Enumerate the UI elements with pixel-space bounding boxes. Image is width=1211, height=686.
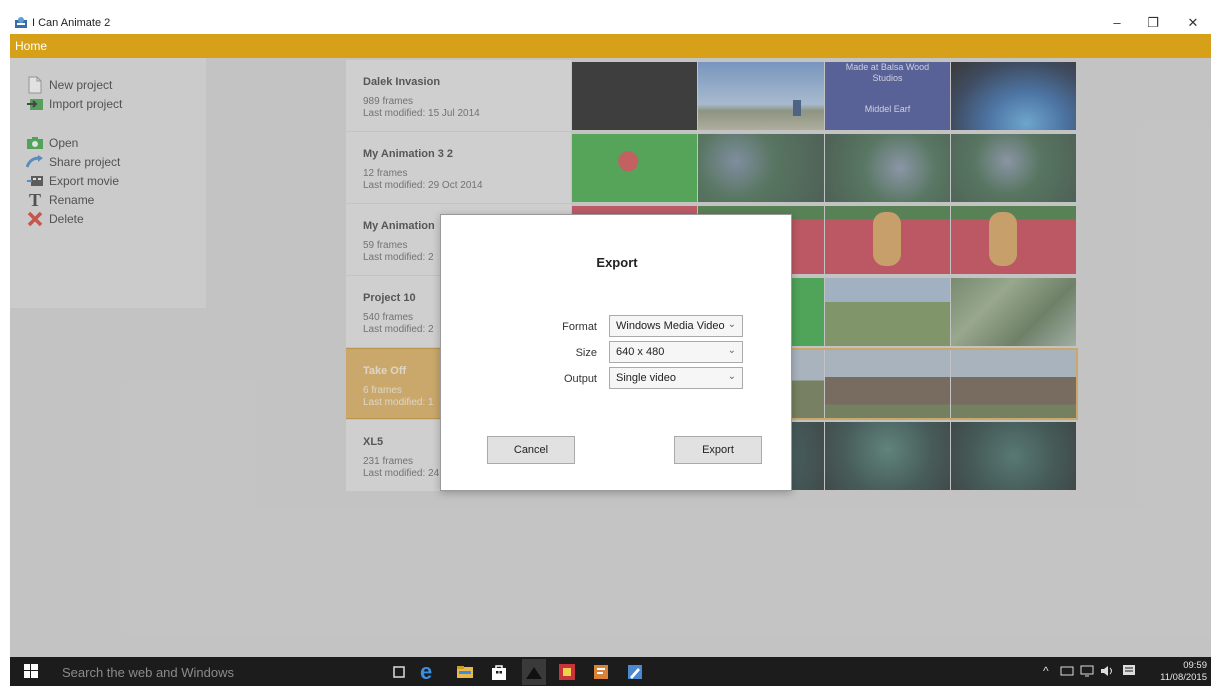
store-icon[interactable] — [490, 663, 508, 681]
book-app-icon[interactable] — [592, 663, 610, 681]
output-value: Single video — [616, 372, 676, 384]
size-value: 640 x 480 — [616, 346, 665, 358]
clock-date: 11/08/2015 — [1160, 672, 1207, 683]
export-button[interactable]: Export — [674, 436, 762, 464]
tab-home[interactable]: Home — [15, 39, 47, 53]
cancel-button[interactable]: Cancel — [487, 436, 575, 464]
app-logo-icon — [15, 17, 27, 28]
chevron-down-icon: ⌄ — [727, 319, 736, 330]
taskbar-clock[interactable]: 09:59 11/08/2015 — [1160, 660, 1207, 684]
app-window: I Can Animate 2 – ❐ ✕ Home New project I… — [10, 12, 1211, 657]
minimize-button[interactable]: – — [1100, 13, 1134, 33]
dialog-title: Export — [596, 255, 638, 270]
output-select[interactable]: Single video ⌄ — [609, 367, 743, 389]
action-center-icon[interactable] — [1122, 664, 1136, 678]
size-label: Size — [575, 347, 597, 359]
export-dialog: Export Format Windows Media Video ⌄ Size… — [440, 214, 792, 491]
clock-time: 09:59 — [1183, 660, 1207, 671]
file-explorer-icon[interactable] — [456, 663, 474, 681]
title-bar: I Can Animate 2 – ❐ ✕ — [10, 12, 1211, 34]
format-value: Windows Media Video — [616, 320, 725, 332]
display-icon[interactable] — [1080, 665, 1094, 677]
restore-button[interactable]: ❐ — [1136, 13, 1170, 33]
game-app-icon[interactable] — [558, 663, 576, 681]
windows-start-icon[interactable] — [24, 664, 38, 678]
network-icon[interactable] — [1060, 665, 1074, 677]
ribbon-bar: Home — [10, 34, 1211, 58]
taskbar-search-input[interactable]: Search the web and Windows — [62, 665, 234, 680]
close-button[interactable]: ✕ — [1176, 13, 1210, 33]
task-view-icon[interactable] — [390, 663, 408, 681]
edge-browser-icon[interactable]: e — [420, 659, 438, 684]
chevron-down-icon: ⌄ — [727, 345, 736, 356]
chevron-up-icon[interactable]: ^ — [1043, 664, 1049, 678]
taskbar: Search the web and Windows e ^ 09:59 11/… — [10, 657, 1211, 686]
paint-app-icon[interactable] — [626, 663, 644, 681]
format-label: Format — [562, 321, 597, 333]
output-label: Output — [563, 373, 597, 385]
i-can-animate-app-icon[interactable] — [522, 659, 546, 685]
volume-icon[interactable] — [1100, 665, 1116, 677]
window-title: I Can Animate 2 — [32, 17, 111, 29]
size-select[interactable]: 640 x 480 ⌄ — [609, 341, 743, 363]
chevron-down-icon: ⌄ — [727, 371, 736, 382]
format-select[interactable]: Windows Media Video ⌄ — [609, 315, 743, 337]
